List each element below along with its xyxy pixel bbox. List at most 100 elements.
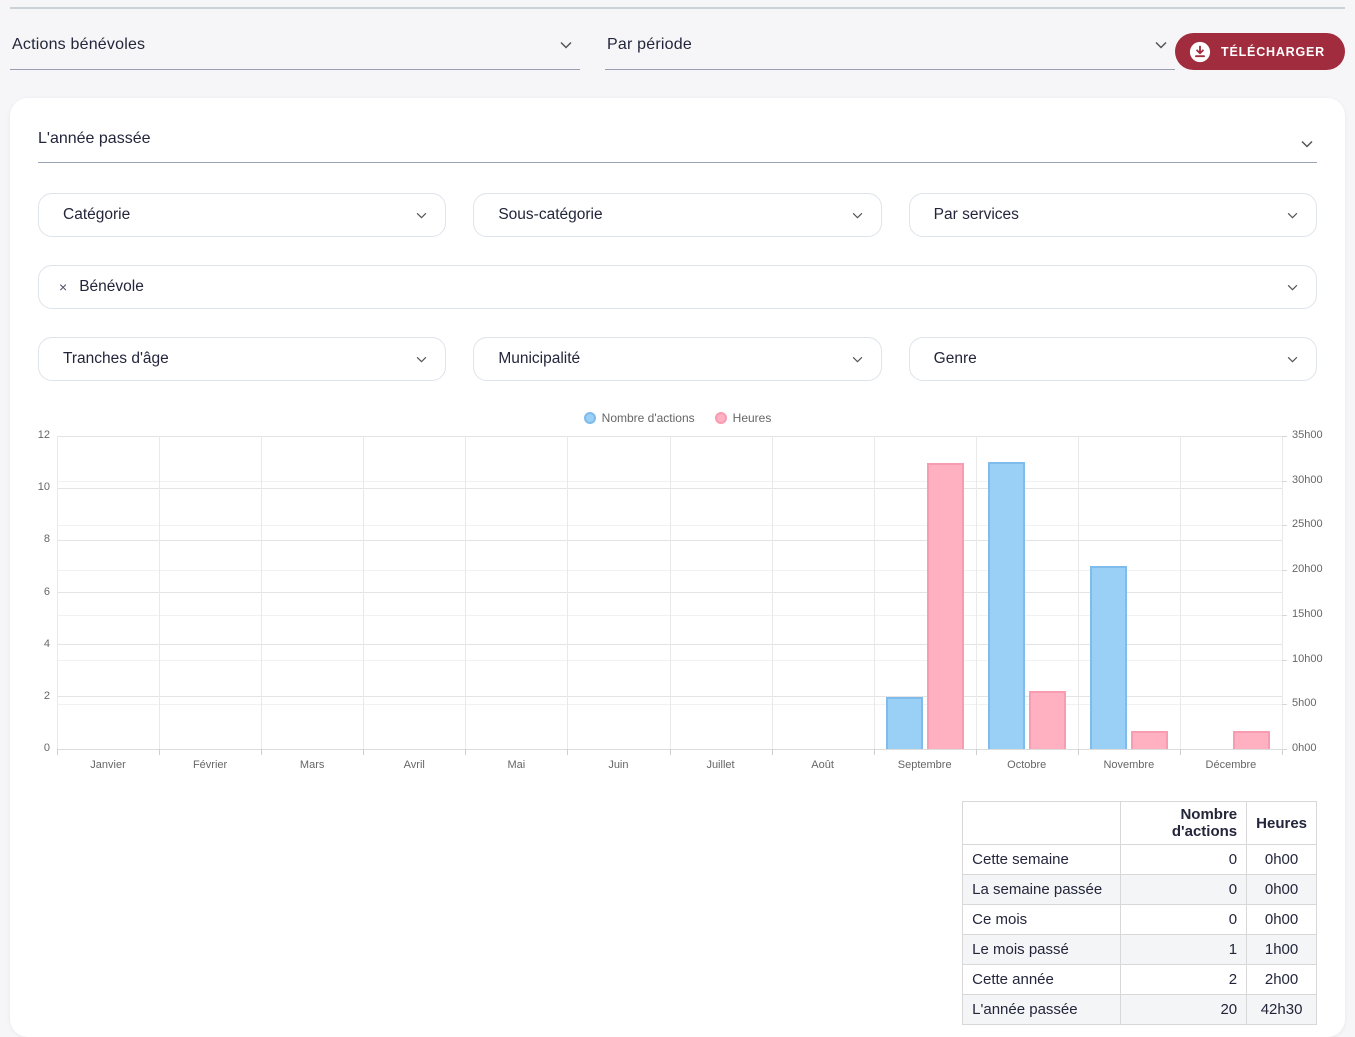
chart-legend: Nombre d'actions Heures — [38, 407, 1317, 429]
row-label: Le mois passé — [963, 935, 1121, 965]
x-axis-label: Mai — [465, 759, 567, 771]
filter-benevole-select[interactable]: × Bénévole — [38, 265, 1317, 309]
chevron-down-icon — [416, 212, 427, 219]
bar-heures-novembre — [1131, 731, 1168, 749]
gridline-vertical — [567, 436, 568, 749]
filter-genre[interactable]: Genre — [909, 337, 1317, 381]
x-axis-label: Janvier — [57, 759, 159, 771]
year-range-select[interactable]: L'année passée — [38, 124, 1317, 163]
y-axis-tick-right — [1282, 615, 1287, 616]
gridline-vertical — [670, 436, 671, 749]
y-axis-tick-right — [1282, 749, 1287, 750]
table-row: L'année passée 20 42h30 — [963, 995, 1317, 1025]
chevron-down-icon — [416, 356, 427, 363]
row-label: Cette année — [963, 965, 1121, 995]
filter-label: Tranches d'âge — [63, 350, 169, 368]
row-label: L'année passée — [963, 995, 1121, 1025]
gridline-vertical — [772, 436, 773, 749]
row-heures: 42h30 — [1247, 995, 1317, 1025]
y-axis-tick-right — [1282, 660, 1287, 661]
table-row: Cette semaine 0 0h00 — [963, 845, 1317, 875]
x-axis-tick — [976, 749, 977, 755]
benevole-tag-label: Bénévole — [79, 278, 144, 296]
x-axis-tick — [567, 749, 568, 755]
gridline-vertical — [159, 436, 160, 749]
x-axis-label: Février — [159, 759, 261, 771]
x-axis-tick — [1180, 749, 1181, 755]
y-axis-label-left: 2 — [10, 690, 50, 702]
x-axis-tick — [874, 749, 875, 755]
row-heures: 2h00 — [1247, 965, 1317, 995]
download-button[interactable]: TÉLÉCHARGER — [1175, 33, 1345, 70]
y-axis-label-left: 6 — [10, 586, 50, 598]
period-type-value: Par période — [607, 36, 692, 54]
bar-actions-novembre — [1090, 566, 1127, 749]
x-axis-label: Juillet — [670, 759, 772, 771]
x-axis-label: Juin — [567, 759, 669, 771]
filter-municipalite[interactable]: Municipalité — [473, 337, 881, 381]
legend-item-heures[interactable]: Heures — [715, 411, 772, 425]
filter-par-services[interactable]: Par services — [909, 193, 1317, 237]
table-row: La semaine passée 0 0h00 — [963, 875, 1317, 905]
filter-row-2: Tranches d'âge Municipalité Genre — [38, 337, 1317, 381]
y-axis-label-right: 5h00 — [1292, 697, 1316, 709]
actions-hours-chart: Nombre d'actions Heures 0246810120h005h0… — [38, 407, 1317, 779]
y-axis-label-left: 12 — [10, 429, 50, 441]
row-actions: 1 — [1121, 935, 1247, 965]
bar-actions-septembre — [886, 697, 923, 749]
report-type-select[interactable]: Actions bénévoles — [10, 33, 580, 70]
filter-row-1: Catégorie Sous-catégorie Par services — [38, 193, 1317, 237]
bar-heures-octobre — [1029, 691, 1066, 749]
toolbar: Actions bénévoles Par période TÉLÉCHARGE… — [10, 33, 1345, 70]
y-axis-label-left: 8 — [10, 533, 50, 545]
x-axis-tick — [670, 749, 671, 755]
bar-heures-septembre — [927, 463, 964, 749]
gridline-vertical — [465, 436, 466, 749]
bar-heures-décembre — [1233, 731, 1270, 749]
row-heures: 1h00 — [1247, 935, 1317, 965]
filter-row-benevole: × Bénévole — [38, 265, 1317, 309]
y-axis-label-right: 20h00 — [1292, 563, 1323, 575]
year-range-value: L'année passée — [38, 130, 150, 148]
chevron-down-icon — [560, 41, 572, 49]
filter-label: Catégorie — [63, 206, 130, 224]
download-label: TÉLÉCHARGER — [1221, 45, 1325, 59]
x-axis-tick — [1078, 749, 1079, 755]
row-label: Ce mois — [963, 905, 1121, 935]
y-axis-label-right: 25h00 — [1292, 518, 1323, 530]
filter-categorie[interactable]: Catégorie — [38, 193, 446, 237]
filter-label: Par services — [934, 206, 1019, 224]
gridline-vertical — [1282, 436, 1283, 749]
x-axis-tick — [57, 749, 58, 755]
legend-dot-pink — [715, 412, 727, 424]
table-row: Ce mois 0 0h00 — [963, 905, 1317, 935]
gridline-vertical — [1180, 436, 1181, 749]
remove-tag-icon[interactable]: × — [59, 279, 67, 295]
legend-item-actions[interactable]: Nombre d'actions — [584, 411, 695, 425]
header-empty — [963, 802, 1121, 845]
y-axis-tick-right — [1282, 570, 1287, 571]
filter-sous-categorie[interactable]: Sous-catégorie — [473, 193, 881, 237]
header-heures: Heures — [1247, 802, 1317, 845]
chevron-down-icon — [852, 212, 863, 219]
y-axis-label-right: 10h00 — [1292, 653, 1323, 665]
download-circle-icon — [1189, 41, 1211, 63]
chevron-down-icon — [1287, 356, 1298, 363]
gridline-vertical — [57, 436, 58, 749]
y-axis-label-right: 0h00 — [1292, 742, 1316, 754]
chevron-down-icon — [852, 356, 863, 363]
filter-tranches-age[interactable]: Tranches d'âge — [38, 337, 446, 381]
period-type-select[interactable]: Par période — [605, 33, 1175, 70]
x-axis-tick — [772, 749, 773, 755]
chevron-down-icon — [1287, 212, 1298, 219]
x-axis-label: Août — [772, 759, 874, 771]
gridline-vertical — [261, 436, 262, 749]
table-header-row: Nombre d'actions Heures — [963, 802, 1317, 845]
row-label: La semaine passée — [963, 875, 1121, 905]
filter-label: Municipalité — [498, 350, 580, 368]
y-axis-tick-right — [1282, 525, 1287, 526]
report-type-value: Actions bénévoles — [12, 36, 145, 54]
y-axis-tick-right — [1282, 704, 1287, 705]
bar-actions-octobre — [988, 462, 1025, 749]
y-axis-label-right: 35h00 — [1292, 429, 1323, 441]
